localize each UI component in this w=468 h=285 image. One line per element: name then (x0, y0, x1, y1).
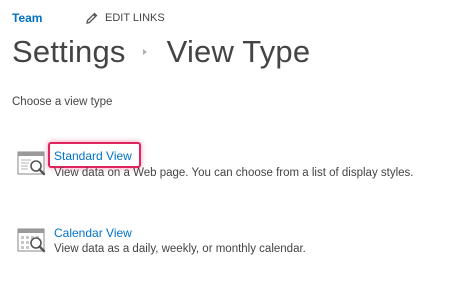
breadcrumb-settings[interactable]: Settings (12, 34, 126, 70)
edit-links-label: EDIT LINKS (105, 12, 165, 24)
site-title-link[interactable]: Team (12, 11, 42, 25)
top-nav: Team (12, 9, 42, 27)
standard-view-description: View data on a Web page. You can choose … (54, 167, 414, 179)
standard-view-highlight (48, 142, 141, 168)
page-title: Settings View Type (12, 30, 310, 74)
calendar-view-description: View data as a daily, weekly, or monthly… (54, 243, 306, 255)
edit-links-button[interactable]: EDIT LINKS (85, 9, 165, 27)
choose-view-prompt: Choose a view type (12, 96, 113, 108)
calendar-view-icon (17, 228, 46, 253)
breadcrumb-separator-icon (142, 49, 147, 55)
pencil-icon (86, 12, 98, 24)
breadcrumb-current: View Type (166, 34, 311, 69)
calendar-view-link[interactable]: Calendar View (54, 226, 132, 240)
standard-view-icon (17, 151, 46, 176)
